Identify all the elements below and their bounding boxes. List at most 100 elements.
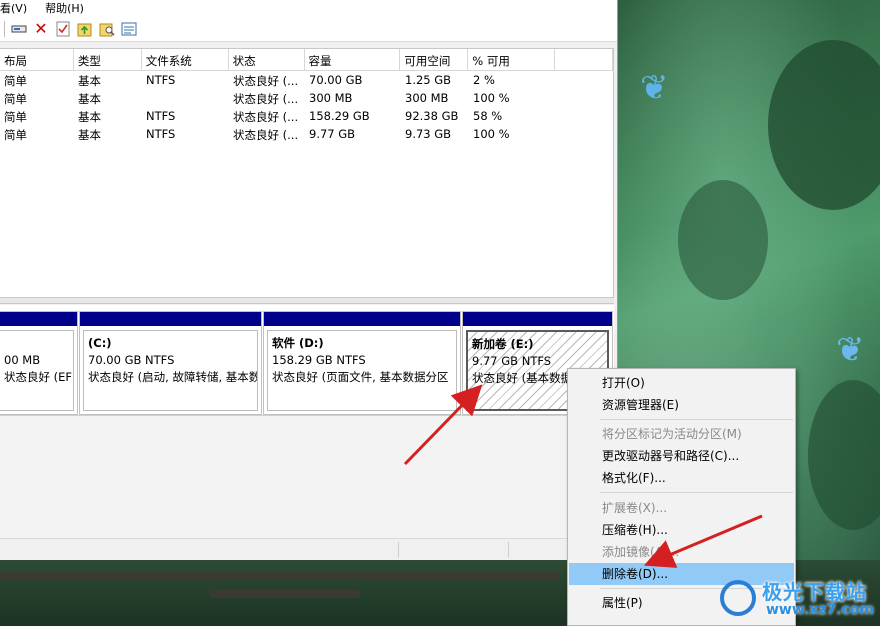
cell: 状态良好 (... [233,128,299,142]
column-header[interactable]: 可用空间 [400,49,469,70]
list-icon[interactable] [121,21,137,37]
volume-name: 软件 (D:) [272,336,324,350]
cell: 状态良好 (... [233,92,299,106]
volume-d[interactable]: 软件 (D:) 158.29 GB NTFS 状态良好 (页面文件, 基本数据分… [263,311,461,415]
volume-status: 状态良好 (启动, 故障转储, 基本数 [88,370,258,384]
status-divider [398,542,399,558]
volume-header-bar [463,312,612,326]
volume-size: 70.00 GB NTFS [88,353,175,367]
cell: 基本 [78,74,101,88]
watermark-url: www.xz7.com [766,602,874,618]
tree-foliage [808,380,880,530]
table-row[interactable]: 简单 基本 NTFS 状态良好 (... 158.29 GB 92.38 GB … [0,107,613,125]
volume-c[interactable]: (C:) 70.00 GB NTFS 状态良好 (启动, 故障转储, 基本数 [79,311,262,415]
toolbar-divider [4,20,5,37]
menu-separator [600,419,793,420]
cell: NTFS [146,127,176,141]
volume-status: 状态良好 (EFI [4,370,74,384]
cell: 92.38 GB [405,109,459,123]
volume-body: 软件 (D:) 158.29 GB NTFS 状态良好 (页面文件, 基本数据分… [267,330,457,411]
brand-logo-icon [720,580,756,616]
cell: NTFS [146,73,176,87]
volume-list-header: 布局 类型 文件系统 状态 容量 可用空间 % 可用 [0,49,613,71]
cell: 300 MB [405,91,449,105]
volume-body: (C:) 70.00 GB NTFS 状态良好 (启动, 故障转储, 基本数 [83,330,258,411]
menu-item-change-drive-letter[interactable]: 更改驱动器号和路径(C)... [569,445,794,467]
menu-item-open[interactable]: 打开(O) [569,372,794,394]
cell: NTFS [146,109,176,123]
cell: 简单 [4,92,27,106]
cell: 100 % [473,127,510,141]
menu-item-mark-active[interactable]: 将分区标记为活动分区(M) [569,423,794,445]
menu-item-extend[interactable]: 扩展卷(X)... [569,497,794,519]
building-roof [0,572,560,580]
volume-body: 00 MB 状态良好 (EFI [0,330,74,411]
volume-status: 状态良好 (页面文件, 基本数据分区 [272,370,449,384]
folder-up-icon[interactable] [77,21,93,37]
butterfly-icon: ❦ [640,68,669,108]
volume-name: (C:) [88,336,112,350]
cell: 简单 [4,128,27,142]
search-folder-icon[interactable] [99,21,115,37]
butterfly-icon: ❦ [836,330,865,370]
volume-list: 布局 类型 文件系统 状态 容量 可用空间 % 可用 简单 基本 NTFS 状态… [0,48,614,298]
table-row[interactable]: 简单 基本 状态良好 (... 300 MB 300 MB 100 % [0,89,613,107]
table-row[interactable]: 简单 基本 NTFS 状态良好 (... 9.77 GB 9.73 GB 100… [0,125,613,143]
volume-header-bar [264,312,460,326]
menubar: 看(V) 帮助(H) [0,0,617,16]
column-header[interactable]: 容量 [305,49,401,70]
volume-header-bar [80,312,261,326]
cell: 基本 [78,110,101,124]
volume-name: 新加卷 (E:) [472,337,534,351]
menu-item-add-mirror[interactable]: 添加镜像(A)... [569,541,794,563]
cell: 基本 [78,92,101,106]
cell: 1.25 GB [405,73,452,87]
cell [142,89,229,107]
delete-icon[interactable]: ✕ [33,19,49,38]
cell: 9.77 GB [309,127,356,141]
check-icon[interactable] [55,21,71,37]
menu-view[interactable]: 看(V) [0,0,27,16]
tree-foliage [678,180,768,300]
cell: 158.29 GB [309,109,370,123]
cell: 状态良好 (... [233,74,299,88]
status-bar [0,538,614,560]
volume-size: 00 MB [4,353,41,367]
toolbar: ✕ [0,16,617,42]
column-header[interactable]: % 可用 [468,49,556,70]
tree-foliage [768,40,880,210]
watermark-brand: 极光下载站 [762,580,867,604]
column-header[interactable]: 文件系统 [142,49,229,70]
volume-size: 158.29 GB NTFS [272,353,366,367]
column-header[interactable]: 类型 [74,49,142,70]
pane-splitter[interactable] [0,298,614,304]
menu-item-format[interactable]: 格式化(F)... [569,467,794,489]
disk-map-empty-area [0,415,614,540]
disk-map: 00 MB 状态良好 (EFI (C:) 70.00 GB NTFS 状态良好 … [0,305,614,415]
cell: 70.00 GB [309,73,363,87]
cell: 100 % [473,91,510,105]
cell: 9.73 GB [405,127,452,141]
table-row[interactable]: 简单 基本 NTFS 状态良好 (... 70.00 GB 1.25 GB 2 … [0,71,613,89]
watermark: 极光下载站 www.xz7.com [716,572,880,626]
column-header-empty [555,49,613,70]
menu-help[interactable]: 帮助(H) [45,0,84,16]
cell: 简单 [4,74,27,88]
disk-management-window: 看(V) 帮助(H) ✕ 布局 类型 文件系统 状态 容量 可用空间 % 可用 [0,0,618,560]
menu-item-explorer[interactable]: 资源管理器(E) [569,394,794,416]
cell: 2 % [473,73,495,87]
status-divider [508,542,509,558]
cell: 简单 [4,110,27,124]
properties-icon[interactable] [11,21,27,37]
cell: 基本 [78,128,101,142]
volume-efi[interactable]: 00 MB 状态良好 (EFI [0,311,78,415]
building-roof [210,590,360,598]
cell: 58 % [473,109,503,123]
column-header[interactable]: 布局 [0,49,74,70]
cell: 状态良好 (... [233,110,299,124]
cell: 300 MB [309,91,353,105]
menu-separator [600,492,793,493]
volume-header-bar [0,312,77,326]
menu-item-shrink[interactable]: 压缩卷(H)... [569,519,794,541]
column-header[interactable]: 状态 [229,49,305,70]
